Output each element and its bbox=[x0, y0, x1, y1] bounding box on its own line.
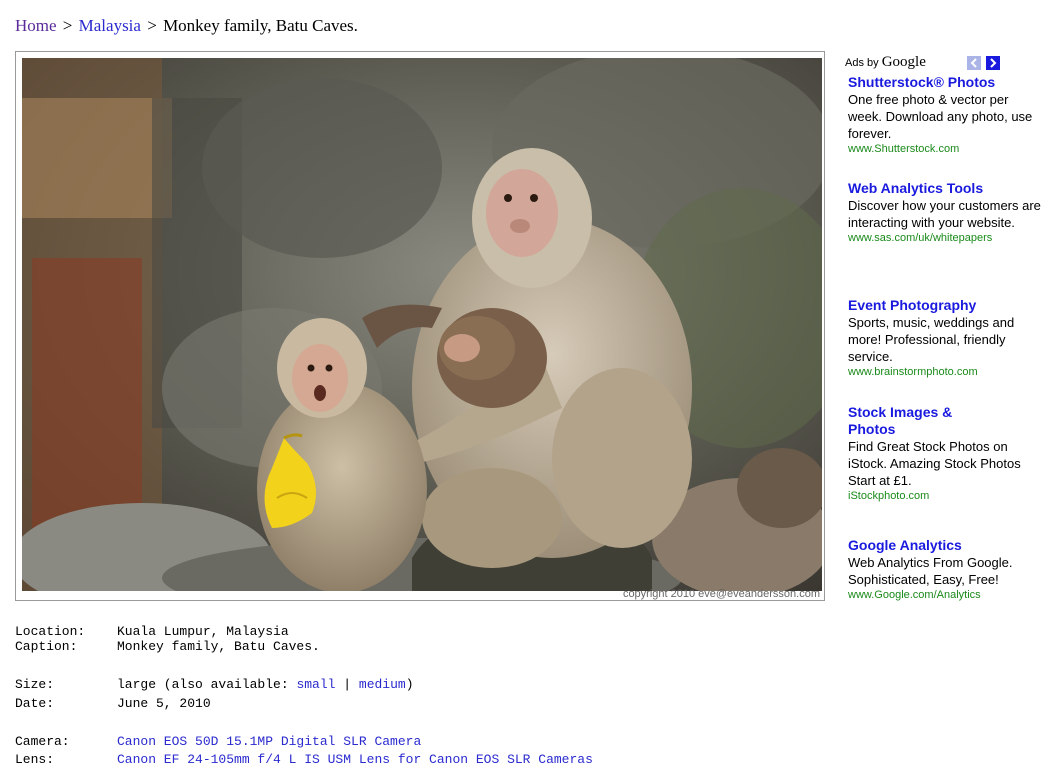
ad-title[interactable]: Event Photography bbox=[848, 297, 1045, 314]
size-label: Size: bbox=[15, 677, 55, 692]
location-label: Location: bbox=[15, 624, 86, 639]
ad-url[interactable]: www.brainstormphoto.com bbox=[848, 365, 1000, 379]
ad-body: Find Great Stock Photos on iStock. Amazi… bbox=[848, 439, 1021, 488]
caption-value: Monkey family, Batu Caves. bbox=[117, 639, 320, 654]
lens-label: Lens: bbox=[15, 752, 55, 767]
ads-panel: Ads by Google Shutterstock® Photos One f… bbox=[845, 54, 1045, 602]
ad-body: Sports, music, weddings and more! Profes… bbox=[848, 315, 1015, 364]
location-value: Kuala Lumpur, Malaysia bbox=[117, 624, 289, 639]
ad-item[interactable]: Event Photography Sports, music, wedding… bbox=[848, 297, 1045, 404]
photo-frame: copyright 2010 eve@eveandersson.com bbox=[15, 51, 825, 601]
size-medium-link[interactable]: medium bbox=[359, 677, 406, 692]
breadcrumb-separator: > bbox=[62, 16, 73, 35]
ad-item[interactable]: Google Analytics Web Analytics From Goog… bbox=[848, 537, 1045, 602]
size-small-link[interactable]: small bbox=[296, 677, 335, 692]
ad-url[interactable]: www.Google.com/Analytics bbox=[848, 588, 1000, 602]
ad-title[interactable]: Web Analytics Tools bbox=[848, 180, 1045, 197]
ad-body: Discover how your customers are interact… bbox=[848, 198, 1041, 230]
caption-label: Caption: bbox=[15, 639, 78, 654]
camera-link[interactable]: Canon EOS 50D 15.1MP Digital SLR Camera bbox=[117, 734, 421, 749]
ad-item[interactable]: Stock Images & Photos Find Great Stock P… bbox=[848, 404, 1045, 537]
size-current: large (also available: bbox=[117, 677, 289, 692]
google-logo[interactable]: Google bbox=[882, 54, 926, 70]
breadcrumb: Home > Malaysia > Monkey family, Batu Ca… bbox=[15, 16, 358, 36]
ad-url[interactable]: www.Shutterstock.com bbox=[848, 142, 1000, 156]
ad-title[interactable]: Stock Images & Photos bbox=[848, 404, 978, 438]
ad-url[interactable]: iStockphoto.com bbox=[848, 489, 1000, 503]
monkey-family-photo[interactable] bbox=[22, 58, 822, 591]
ad-item[interactable]: Web Analytics Tools Discover how your cu… bbox=[848, 180, 1045, 297]
photo-copyright: copyright 2010 eve@eveandersson.com bbox=[622, 588, 820, 600]
ad-body: Web Analytics From Google. Sophisticated… bbox=[848, 555, 1013, 587]
ad-body: One free photo & vector per week. Downlo… bbox=[848, 92, 1033, 141]
ad-title[interactable]: Google Analytics bbox=[848, 537, 1045, 554]
ads-next-icon[interactable] bbox=[986, 56, 1000, 70]
lens-link[interactable]: Canon EF 24-105mm f/4 L IS USM Lens for … bbox=[117, 752, 593, 767]
ad-item[interactable]: Shutterstock® Photos One free photo & ve… bbox=[848, 74, 1045, 180]
ads-header: Ads by Google bbox=[845, 54, 1045, 74]
size-separator: | bbox=[343, 677, 352, 692]
breadcrumb-home-link[interactable]: Home bbox=[15, 16, 57, 35]
camera-label: Camera: bbox=[15, 734, 70, 749]
size-suffix: ) bbox=[405, 677, 414, 692]
size-value: large (also available: small | medium) bbox=[117, 677, 414, 692]
date-label: Date: bbox=[15, 696, 55, 711]
ads-prev-icon[interactable] bbox=[967, 56, 981, 70]
breadcrumb-separator: > bbox=[147, 16, 157, 35]
breadcrumb-current: Monkey family, Batu Caves. bbox=[163, 16, 358, 35]
ad-url[interactable]: www.sas.com/uk/whitepapers bbox=[848, 231, 1000, 245]
ads-by-label: Ads by bbox=[845, 57, 879, 69]
breadcrumb-country-link[interactable]: Malaysia bbox=[79, 16, 141, 35]
ad-title[interactable]: Shutterstock® Photos bbox=[848, 74, 1045, 91]
date-value: June 5, 2010 bbox=[117, 696, 211, 711]
